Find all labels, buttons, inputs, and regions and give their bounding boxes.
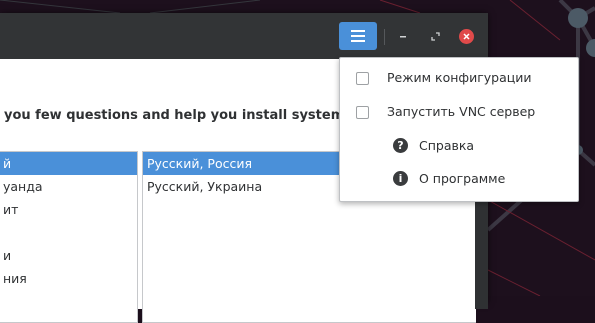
config-mode-checkbox[interactable] xyxy=(356,72,369,85)
title-bar xyxy=(0,13,488,59)
menu-item-start-vnc[interactable]: Запустить VNC сервер xyxy=(340,97,578,130)
minimize-icon xyxy=(400,36,406,38)
info-icon: i xyxy=(393,171,408,186)
close-icon xyxy=(458,28,474,44)
language-item[interactable]: уанда xyxy=(0,175,137,198)
language-item[interactable] xyxy=(0,221,137,244)
menu-item-label: Справка xyxy=(419,138,475,153)
menu-item-help[interactable]: ? Справка xyxy=(340,131,578,164)
language-item[interactable]: и xyxy=(0,244,137,267)
language-item[interactable]: ния xyxy=(0,267,137,290)
maximize-button[interactable] xyxy=(425,26,445,46)
language-list[interactable]: й уанда ит и ния xyxy=(0,151,138,323)
hamburger-menu-icon xyxy=(351,30,365,42)
close-button[interactable] xyxy=(456,26,476,46)
titlebar-separator xyxy=(384,29,385,45)
menu-item-config-mode[interactable]: Режим конфигурации xyxy=(340,63,578,96)
menu-item-label: Режим конфигурации xyxy=(387,70,532,85)
hamburger-menu-button[interactable] xyxy=(339,22,377,50)
start-vnc-checkbox[interactable] xyxy=(356,106,369,119)
menu-item-about[interactable]: i О программе xyxy=(340,164,578,197)
maximize-icon xyxy=(430,31,440,41)
language-item[interactable]: й xyxy=(0,152,137,175)
menu-item-label: Запустить VNC сервер xyxy=(387,104,536,119)
language-item[interactable]: ит xyxy=(0,198,137,221)
minimize-button[interactable] xyxy=(393,26,413,46)
menu-item-label: О программе xyxy=(419,171,506,186)
help-icon: ? xyxy=(393,138,408,153)
popup-menu: Режим конфигурации Запустить VNC сервер … xyxy=(339,57,579,202)
